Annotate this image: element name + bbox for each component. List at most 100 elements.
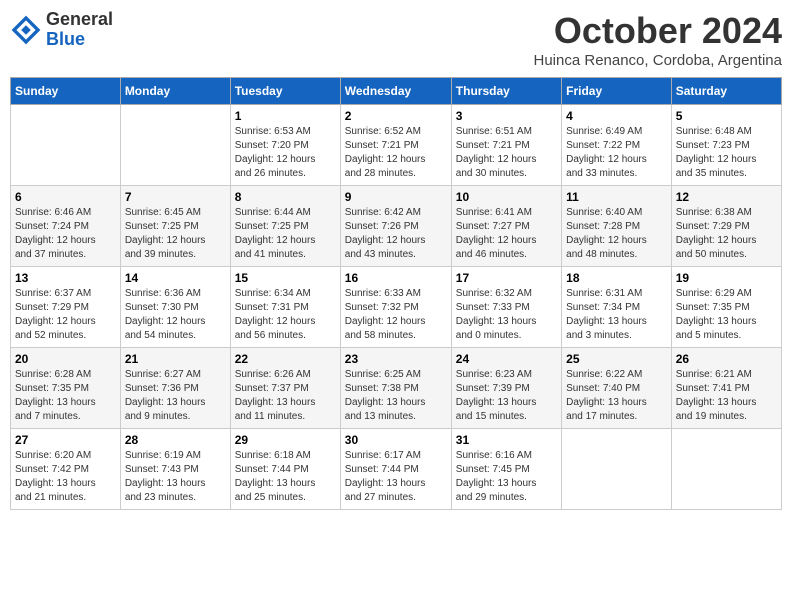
weekday-tuesday: Tuesday — [230, 78, 340, 105]
day-cell: 7 Sunrise: 6:45 AM Sunset: 7:25 PM Daylig… — [120, 186, 230, 267]
weekday-saturday: Saturday — [671, 78, 781, 105]
day-info: Sunrise: 6:36 AM Sunset: 7:30 PM Dayligh… — [125, 287, 226, 343]
day-info: Sunrise: 6:16 AM Sunset: 7:45 PM Dayligh… — [456, 449, 557, 505]
day-info: Sunrise: 6:28 AM Sunset: 7:35 PM Dayligh… — [15, 368, 116, 424]
day-number: 23 — [345, 352, 447, 366]
day-info: Sunrise: 6:19 AM Sunset: 7:43 PM Dayligh… — [125, 449, 226, 505]
day-cell: 22 Sunrise: 6:26 AM Sunset: 7:37 PM Dayli… — [230, 348, 340, 429]
day-number: 17 — [456, 271, 557, 285]
day-info: Sunrise: 6:32 AM Sunset: 7:33 PM Dayligh… — [456, 287, 557, 343]
day-info: Sunrise: 6:23 AM Sunset: 7:39 PM Dayligh… — [456, 368, 557, 424]
week-row-3: 13 Sunrise: 6:37 AM Sunset: 7:29 PM Dayli… — [11, 267, 782, 348]
day-cell: 15 Sunrise: 6:34 AM Sunset: 7:31 PM Dayli… — [230, 267, 340, 348]
day-number: 8 — [235, 190, 336, 204]
day-info: Sunrise: 6:42 AM Sunset: 7:26 PM Dayligh… — [345, 206, 447, 262]
day-info: Sunrise: 6:45 AM Sunset: 7:25 PM Dayligh… — [125, 206, 226, 262]
day-cell: 26 Sunrise: 6:21 AM Sunset: 7:41 PM Dayli… — [671, 348, 781, 429]
day-number: 15 — [235, 271, 336, 285]
day-info: Sunrise: 6:37 AM Sunset: 7:29 PM Dayligh… — [15, 287, 116, 343]
day-info: Sunrise: 6:41 AM Sunset: 7:27 PM Dayligh… — [456, 206, 557, 262]
day-info: Sunrise: 6:27 AM Sunset: 7:36 PM Dayligh… — [125, 368, 226, 424]
day-number: 7 — [125, 190, 226, 204]
logo-icon — [10, 14, 42, 46]
day-cell: 9 Sunrise: 6:42 AM Sunset: 7:26 PM Daylig… — [340, 186, 451, 267]
weekday-header-row: SundayMondayTuesdayWednesdayThursdayFrid… — [11, 78, 782, 105]
day-number: 25 — [566, 352, 667, 366]
day-number: 19 — [676, 271, 777, 285]
day-info: Sunrise: 6:52 AM Sunset: 7:21 PM Dayligh… — [345, 125, 447, 181]
header: General Blue October 2024 Huinca Renanco… — [10, 10, 782, 69]
day-number: 22 — [235, 352, 336, 366]
day-number: 30 — [345, 433, 447, 447]
day-cell: 12Sunrise: 6:38 AM Sunset: 7:29 PM Dayli… — [671, 186, 781, 267]
week-row-5: 27 Sunrise: 6:20 AM Sunset: 7:42 PM Dayli… — [11, 429, 782, 510]
day-number: 11 — [566, 190, 667, 204]
day-number: 27 — [15, 433, 116, 447]
day-cell: 25 Sunrise: 6:22 AM Sunset: 7:40 PM Dayli… — [562, 348, 672, 429]
day-cell: 17 Sunrise: 6:32 AM Sunset: 7:33 PM Dayli… — [451, 267, 561, 348]
day-number: 4 — [566, 109, 667, 123]
day-cell: 19Sunrise: 6:29 AM Sunset: 7:35 PM Dayli… — [671, 267, 781, 348]
day-number: 5 — [676, 109, 777, 123]
day-info: Sunrise: 6:33 AM Sunset: 7:32 PM Dayligh… — [345, 287, 447, 343]
calendar-body: 1Sunrise: 6:53 AM Sunset: 7:20 PM Daylig… — [11, 105, 782, 510]
day-cell: 14 Sunrise: 6:36 AM Sunset: 7:30 PM Dayli… — [120, 267, 230, 348]
week-row-1: 1Sunrise: 6:53 AM Sunset: 7:20 PM Daylig… — [11, 105, 782, 186]
day-info: Sunrise: 6:18 AM Sunset: 7:44 PM Dayligh… — [235, 449, 336, 505]
weekday-sunday: Sunday — [11, 78, 121, 105]
day-number: 2 — [345, 109, 447, 123]
day-cell: 27 Sunrise: 6:20 AM Sunset: 7:42 PM Dayli… — [11, 429, 121, 510]
day-number: 20 — [15, 352, 116, 366]
location-title: Huinca Renanco, Cordoba, Argentina — [534, 52, 783, 69]
day-cell: 13 Sunrise: 6:37 AM Sunset: 7:29 PM Dayli… — [11, 267, 121, 348]
day-cell: 29Sunrise: 6:18 AM Sunset: 7:44 PM Dayli… — [230, 429, 340, 510]
day-info: Sunrise: 6:40 AM Sunset: 7:28 PM Dayligh… — [566, 206, 667, 262]
day-cell — [671, 429, 781, 510]
day-info: Sunrise: 6:20 AM Sunset: 7:42 PM Dayligh… — [15, 449, 116, 505]
week-row-4: 20 Sunrise: 6:28 AM Sunset: 7:35 PM Dayli… — [11, 348, 782, 429]
day-number: 31 — [456, 433, 557, 447]
day-info: Sunrise: 6:53 AM Sunset: 7:20 PM Dayligh… — [235, 125, 336, 181]
day-cell: 28Sunrise: 6:19 AM Sunset: 7:43 PM Dayli… — [120, 429, 230, 510]
day-number: 18 — [566, 271, 667, 285]
day-cell: 16 Sunrise: 6:33 AM Sunset: 7:32 PM Dayli… — [340, 267, 451, 348]
day-info: Sunrise: 6:26 AM Sunset: 7:37 PM Dayligh… — [235, 368, 336, 424]
day-info: Sunrise: 6:22 AM Sunset: 7:40 PM Dayligh… — [566, 368, 667, 424]
day-number: 14 — [125, 271, 226, 285]
day-number: 10 — [456, 190, 557, 204]
day-info: Sunrise: 6:49 AM Sunset: 7:22 PM Dayligh… — [566, 125, 667, 181]
day-number: 21 — [125, 352, 226, 366]
weekday-wednesday: Wednesday — [340, 78, 451, 105]
day-info: Sunrise: 6:17 AM Sunset: 7:44 PM Dayligh… — [345, 449, 447, 505]
day-info: Sunrise: 6:44 AM Sunset: 7:25 PM Dayligh… — [235, 206, 336, 262]
weekday-thursday: Thursday — [451, 78, 561, 105]
day-number: 3 — [456, 109, 557, 123]
day-cell: 20 Sunrise: 6:28 AM Sunset: 7:35 PM Dayli… — [11, 348, 121, 429]
day-cell — [11, 105, 121, 186]
day-info: Sunrise: 6:25 AM Sunset: 7:38 PM Dayligh… — [345, 368, 447, 424]
day-number: 16 — [345, 271, 447, 285]
day-cell: 6Sunrise: 6:46 AM Sunset: 7:24 PM Daylig… — [11, 186, 121, 267]
day-cell: 24 Sunrise: 6:23 AM Sunset: 7:39 PM Dayli… — [451, 348, 561, 429]
day-cell: 5Sunrise: 6:48 AM Sunset: 7:23 PM Daylig… — [671, 105, 781, 186]
day-number: 26 — [676, 352, 777, 366]
day-cell: 1Sunrise: 6:53 AM Sunset: 7:20 PM Daylig… — [230, 105, 340, 186]
day-info: Sunrise: 6:21 AM Sunset: 7:41 PM Dayligh… — [676, 368, 777, 424]
day-number: 24 — [456, 352, 557, 366]
logo-general: General — [46, 9, 113, 29]
day-cell: 31 Sunrise: 6:16 AM Sunset: 7:45 PM Dayli… — [451, 429, 561, 510]
day-cell: 2 Sunrise: 6:52 AM Sunset: 7:21 PM Daylig… — [340, 105, 451, 186]
day-cell: 30 Sunrise: 6:17 AM Sunset: 7:44 PM Dayli… — [340, 429, 451, 510]
logo: General Blue — [10, 10, 113, 50]
day-number: 13 — [15, 271, 116, 285]
month-title: October 2024 — [534, 10, 783, 52]
day-info: Sunrise: 6:31 AM Sunset: 7:34 PM Dayligh… — [566, 287, 667, 343]
day-info: Sunrise: 6:34 AM Sunset: 7:31 PM Dayligh… — [235, 287, 336, 343]
day-cell: 11 Sunrise: 6:40 AM Sunset: 7:28 PM Dayli… — [562, 186, 672, 267]
week-row-2: 6Sunrise: 6:46 AM Sunset: 7:24 PM Daylig… — [11, 186, 782, 267]
day-cell — [120, 105, 230, 186]
calendar-table: SundayMondayTuesdayWednesdayThursdayFrid… — [10, 77, 782, 510]
day-number: 9 — [345, 190, 447, 204]
weekday-monday: Monday — [120, 78, 230, 105]
day-cell: 3Sunrise: 6:51 AM Sunset: 7:21 PM Daylig… — [451, 105, 561, 186]
